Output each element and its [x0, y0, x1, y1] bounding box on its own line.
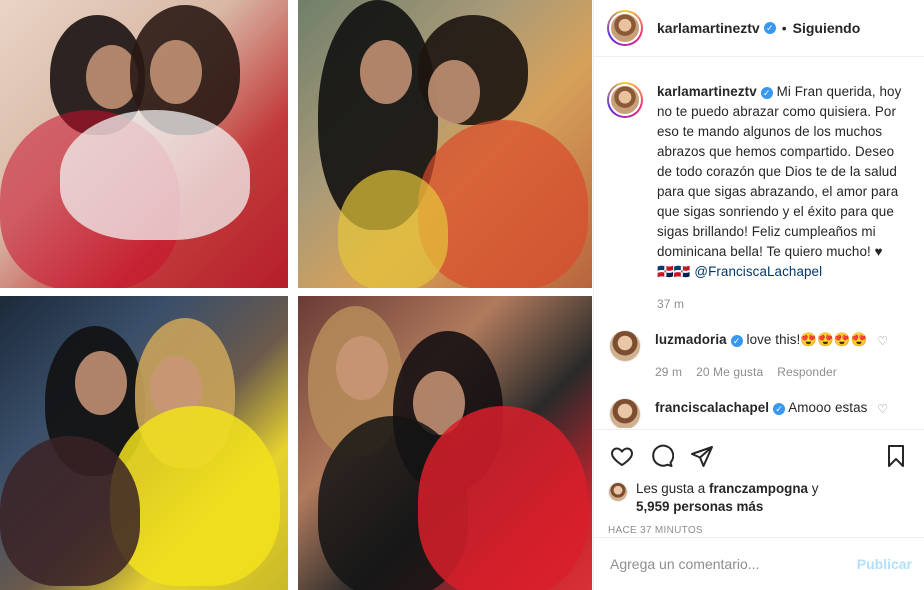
- comment-item: luzmadoria ✓ love this!😍😍😍😍 29 m 20 Me gu…: [607, 330, 908, 382]
- verified-badge-icon: ✓: [773, 403, 786, 415]
- post-actions: Les gusta a franczampogna y 5,959 person…: [594, 429, 924, 536]
- post-timestamp[interactable]: HACE 37 MINUTOS: [608, 525, 910, 536]
- photo-person-face: [336, 336, 388, 400]
- add-comment-bar: Publicar: [594, 537, 924, 590]
- commenter-username[interactable]: franciscalachapel: [655, 400, 769, 415]
- comment-input[interactable]: [610, 556, 857, 572]
- liker-username[interactable]: franczampogna: [709, 481, 808, 496]
- instagram-post-view: karlamartineztv ✓ • Siguiendo karlamarti…: [0, 0, 924, 590]
- comment-item: franciscalachapel ✓ Amooo estas ♡: [607, 398, 908, 428]
- commenter-avatar[interactable]: [609, 398, 641, 428]
- author-avatar[interactable]: [607, 10, 643, 46]
- photo-hug-bottom-right[interactable]: [298, 296, 592, 590]
- photo-person-face: [428, 60, 480, 124]
- photo-hug-bottom-left[interactable]: [0, 296, 288, 590]
- likes-joiner: y: [811, 481, 819, 496]
- caption: karlamartineztv ✓ Mi Fran querida, hoy no…: [607, 82, 908, 314]
- post-side-panel: karlamartineztv ✓ • Siguiendo karlamarti…: [593, 0, 924, 590]
- comment-time[interactable]: 29 m: [655, 362, 682, 382]
- caption-text: Mi Fran querida, hoy no te puedo abrazar…: [657, 84, 902, 259]
- comment-like-heart-icon[interactable]: ♡: [877, 402, 888, 416]
- share-icon[interactable]: [688, 442, 716, 470]
- post-header: karlamartineztv ✓ • Siguiendo: [594, 0, 924, 57]
- comment-icon[interactable]: [648, 442, 676, 470]
- caption-username[interactable]: karlamartineztv: [657, 84, 757, 99]
- collage-divider-horizontal: [0, 288, 592, 296]
- comment-likes[interactable]: 20 Me gusta: [696, 362, 763, 382]
- caption-time[interactable]: 37 m: [657, 294, 684, 314]
- caption-avatar[interactable]: [607, 82, 643, 118]
- bookmark-icon[interactable]: [882, 442, 910, 470]
- photo-person-face: [150, 40, 202, 104]
- photo-polka-dot-top: [60, 110, 250, 240]
- photo-red-top: [418, 406, 588, 590]
- verified-badge-icon: ✓: [760, 87, 773, 99]
- likes-others-link[interactable]: 5,959 personas más: [636, 499, 763, 514]
- likes-summary: Les gusta a franczampogna y 5,959 person…: [608, 480, 910, 516]
- comment-text: Amooo estas: [788, 400, 868, 415]
- photo-hug-top-right[interactable]: [298, 0, 592, 288]
- reply-button[interactable]: Responder: [777, 362, 837, 382]
- comment-text: love this!😍😍😍😍: [746, 332, 868, 347]
- photo-dark-jacket: [0, 436, 140, 586]
- header-separator: •: [781, 20, 787, 36]
- verified-badge-icon: ✓: [763, 22, 776, 34]
- publish-button[interactable]: Publicar: [857, 556, 912, 572]
- comments-list[interactable]: karlamartineztv ✓ Mi Fran querida, hoy no…: [594, 58, 924, 428]
- verified-badge-icon: ✓: [730, 335, 743, 347]
- photo-yellow-top: [338, 170, 448, 288]
- photo-person-face: [75, 351, 127, 415]
- heart-icon[interactable]: [608, 442, 636, 470]
- flag-emoji: 🇩🇴🇩🇴: [657, 264, 691, 279]
- comment-like-heart-icon[interactable]: ♡: [877, 334, 888, 348]
- photo-person-face: [360, 40, 412, 104]
- author-username[interactable]: karlamartineztv: [657, 20, 760, 36]
- liker-avatar[interactable]: [608, 482, 628, 502]
- commenter-username[interactable]: luzmadoria: [655, 332, 727, 347]
- following-button[interactable]: Siguiendo: [793, 20, 861, 36]
- mention-link[interactable]: @FranciscaLachapel: [694, 264, 822, 279]
- likes-prefix: Les gusta a: [636, 481, 706, 496]
- commenter-avatar[interactable]: [609, 330, 641, 362]
- photo-hug-top-left[interactable]: [0, 0, 288, 288]
